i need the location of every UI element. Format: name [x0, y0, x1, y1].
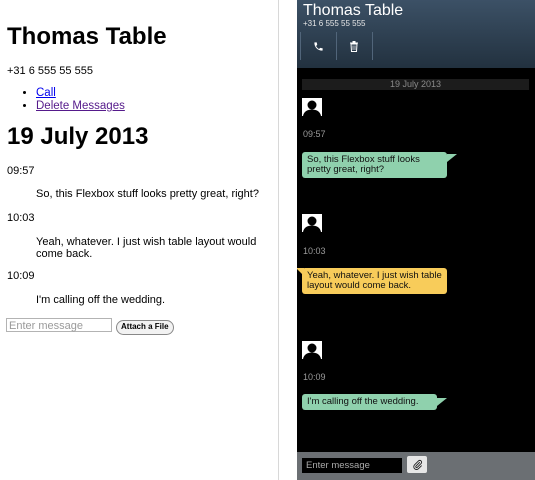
- actions-list: Call Delete Messages: [36, 87, 125, 113]
- phone-icon: [313, 41, 323, 51]
- trash-icon: [350, 40, 358, 52]
- unstyled-page-panel: Thomas Table +31 6 555 55 555 Call Delet…: [0, 0, 279, 480]
- avatar-icon: [302, 214, 322, 232]
- message-bubble: Yeah, whatever. I just wish table layout…: [302, 268, 447, 294]
- avatar: [302, 214, 322, 232]
- call-link[interactable]: Call: [36, 87, 56, 99]
- contact-phone: +31 6 555 55 555: [7, 65, 93, 77]
- avatar-icon: [302, 341, 322, 359]
- avatar: [302, 98, 322, 116]
- call-button[interactable]: [303, 34, 333, 58]
- bubble-tail: [297, 268, 304, 276]
- message-time: 09:57: [7, 165, 35, 177]
- delete-button[interactable]: [339, 34, 369, 58]
- conversation-date-heading: 19 July 2013: [7, 123, 149, 150]
- attach-file-button[interactable]: Attach a File: [116, 320, 174, 335]
- paperclip-icon: [412, 459, 422, 470]
- attach-button[interactable]: [407, 456, 427, 473]
- message-bubble: I'm calling off the wedding.: [302, 394, 437, 410]
- message-input[interactable]: Enter message: [6, 318, 112, 332]
- bubble-tail: [447, 154, 457, 162]
- message-time: 10:09: [7, 270, 35, 282]
- message-text: I'm calling off the wedding.: [36, 294, 166, 306]
- toolbar-divider: [300, 32, 301, 60]
- date-divider: 19 July 2013: [302, 79, 529, 90]
- toolbar-divider: [372, 32, 373, 60]
- contact-name-heading: Thomas Table: [7, 23, 167, 50]
- message-time: 10:03: [303, 246, 326, 256]
- message-text: So, this Flexbox stuff looks pretty grea…: [36, 188, 259, 200]
- message-bubble: So, this Flexbox stuff looks pretty grea…: [302, 152, 447, 178]
- message-time: 09:57: [303, 129, 326, 139]
- message-time: 10:09: [303, 372, 326, 382]
- avatar: [302, 341, 322, 359]
- contact-phone: +31 6 555 55 555: [303, 19, 366, 28]
- actions-list-item: Call: [36, 87, 125, 100]
- toolbar-divider: [336, 32, 337, 60]
- contact-name-title: Thomas Table: [303, 2, 404, 19]
- delete-messages-link[interactable]: Delete Messages: [36, 100, 125, 112]
- bubble-tail: [437, 398, 447, 406]
- message-time: 10:03: [7, 212, 35, 224]
- styled-chat-panel: Thomas Table +31 6 555 55 555 19 July 20…: [297, 0, 535, 480]
- message-input[interactable]: Enter message: [302, 458, 402, 473]
- message-text: Yeah, whatever. I just wish table layout…: [36, 236, 257, 260]
- avatar-icon: [302, 98, 322, 116]
- actions-list-item: Delete Messages: [36, 100, 125, 113]
